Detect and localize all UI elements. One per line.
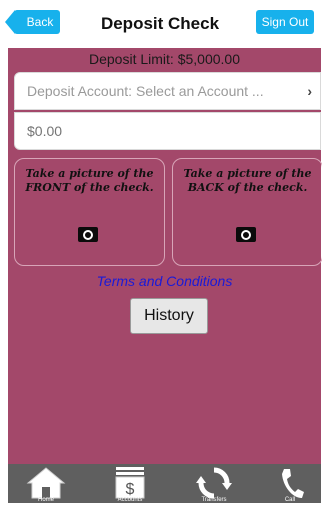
camera-icon[interactable] (78, 227, 98, 242)
back-capture-text: Take a picture of the BACK of the check. (183, 167, 312, 194)
deposit-limit: Deposit Limit: $5,000.00 (89, 51, 240, 67)
svg-text:$: $ (126, 481, 135, 498)
tab-transfers[interactable]: Transfers (184, 464, 244, 503)
sign-out-button[interactable]: Sign Out (256, 10, 314, 34)
front-capture-card[interactable]: Take a picture of the FRONT of the check… (14, 158, 165, 266)
tab-home[interactable]: Home (16, 464, 76, 503)
tab-accounts[interactable]: $ Accounts (100, 464, 160, 503)
tab-home-label: Home (37, 497, 54, 503)
back-capture-card[interactable]: Take a picture of the BACK of the check. (172, 158, 322, 266)
amount-input[interactable] (14, 112, 321, 150)
history-button[interactable]: History (130, 298, 208, 334)
tab-call[interactable]: Call (260, 464, 320, 503)
terms-link[interactable]: Terms and Conditions (8, 273, 321, 289)
chevron-right-icon: › (307, 83, 312, 99)
deposit-account-select[interactable]: Deposit Account: Select an Account ... › (14, 72, 321, 110)
camera-icon[interactable] (236, 227, 256, 242)
tab-transfers-label: Transfers (201, 497, 227, 503)
tab-bar: Home $ Accounts Transfers Call (8, 464, 321, 503)
header: Back Deposit Check Sign Out (0, 0, 322, 48)
deposit-panel: Deposit Limit: $5,000.00 Deposit Account… (8, 48, 322, 464)
account-select-label: Deposit Account: Select an Account ... (27, 83, 264, 99)
page-title: Deposit Check (100, 14, 220, 33)
tab-accounts-label: Accounts (117, 497, 143, 503)
back-button[interactable]: Back (5, 10, 60, 34)
tab-call-label: Call (284, 497, 296, 503)
front-capture-text: Take a picture of the FRONT of the check… (25, 167, 154, 194)
